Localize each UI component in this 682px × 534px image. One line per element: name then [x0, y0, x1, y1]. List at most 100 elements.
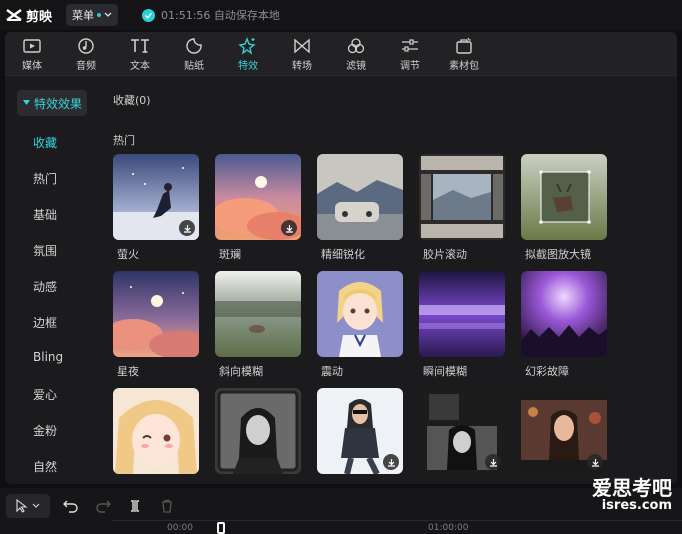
effect-thumbnail: [113, 271, 199, 357]
tab-media-label: 媒体: [22, 60, 42, 72]
effect-thumbnail: [419, 154, 505, 240]
tab-transition[interactable]: 转场: [275, 32, 329, 76]
download-icon[interactable]: [179, 220, 195, 236]
audio-icon: [78, 37, 94, 54]
media-icon: [23, 38, 41, 53]
ruler-tick: 01:00:00: [428, 523, 469, 533]
sidebar-item-ambience[interactable]: 氛围: [33, 242, 57, 259]
redo-button[interactable]: [92, 495, 114, 517]
check-icon: [142, 8, 156, 22]
filter-icon: [347, 37, 365, 53]
sidebar-item-hot[interactable]: 热门: [33, 170, 57, 187]
watermark-line1: 爱思考吧: [592, 476, 672, 500]
download-icon[interactable]: [587, 454, 603, 470]
effect-label: 斜向模糊: [219, 365, 263, 378]
download-icon[interactable]: [485, 454, 501, 470]
sidebar-item-dynamic[interactable]: 动感: [33, 278, 57, 295]
effect-label: 胶片滚动: [423, 248, 467, 261]
sidebar-item-basic[interactable]: 基础: [33, 206, 57, 223]
tab-media[interactable]: 媒体: [5, 32, 59, 76]
effect-card-film-roll[interactable]: [419, 154, 505, 240]
effect-label: 震动: [321, 365, 343, 378]
split-icon: [131, 500, 139, 512]
adjust-icon: [402, 38, 418, 52]
hot-title: 热门: [113, 134, 135, 147]
timeline-panel: 00:00 01:00:00: [0, 488, 682, 534]
effect-label: 精细锐化: [321, 248, 365, 261]
effect-card-row3-4[interactable]: [419, 388, 505, 474]
download-icon[interactable]: [383, 454, 399, 470]
sidebar-header-effects[interactable]: 特效效果: [17, 90, 87, 116]
effect-label: 瞬间模糊: [423, 365, 467, 378]
undo-icon: [63, 500, 78, 513]
select-tool-dropdown[interactable]: [6, 494, 50, 518]
tab-material-pack-label: 素材包: [449, 60, 479, 72]
title-bar: 剪映 菜单 01:51:56 自动保存本地: [0, 0, 682, 30]
effect-card-diagonal-blur[interactable]: [215, 271, 301, 357]
effect-card-screenshot-magnifier[interactable]: [521, 154, 607, 240]
effect-card-glitch[interactable]: [521, 271, 607, 357]
tab-adjust[interactable]: 调节: [383, 32, 437, 76]
redo-icon: [96, 500, 111, 513]
effect-label: 拟截图放大镜: [525, 248, 591, 261]
tab-adjust-label: 调节: [400, 60, 420, 72]
menu-label: 菜单: [72, 9, 95, 22]
tab-effects[interactable]: 特效: [221, 32, 275, 76]
effect-card-shake[interactable]: [317, 271, 403, 357]
app-window: 剪映 菜单 01:51:56 自动保存本地 媒体 音频 文本 贴纸 特效 转场 …: [0, 0, 682, 534]
split-button[interactable]: [124, 495, 146, 517]
download-icon[interactable]: [281, 220, 297, 236]
sidebar-item-bling[interactable]: Bling: [33, 350, 63, 364]
sidebar-item-gold-powder[interactable]: 金粉: [33, 422, 57, 439]
undo-button[interactable]: [60, 495, 82, 517]
effect-card-instant-blur[interactable]: [419, 271, 505, 357]
sidebar-item-favorites[interactable]: 收藏: [33, 134, 57, 151]
timeline-toolbar: [6, 494, 178, 518]
effect-card-fine-sharpen[interactable]: [317, 154, 403, 240]
effect-thumbnail: [521, 154, 607, 240]
effect-card-row3-5[interactable]: [521, 388, 607, 474]
trash-icon: [162, 499, 172, 513]
tab-sticker[interactable]: 贴纸: [167, 32, 221, 76]
sidebar-item-love[interactable]: 爱心: [33, 386, 57, 403]
effect-card-row3-2[interactable]: [215, 388, 301, 474]
autosave-text: 01:51:56 自动保存本地: [161, 9, 280, 22]
ruler-tick: 00:00: [167, 523, 193, 533]
cursor-icon: [16, 499, 28, 513]
playhead-handle[interactable]: [217, 522, 225, 534]
tab-audio[interactable]: 音频: [59, 32, 113, 76]
effect-thumbnail: [317, 271, 403, 357]
app-logo: 剪映: [6, 6, 52, 25]
material-pack-icon: [456, 37, 472, 54]
tab-filter-label: 滤镜: [346, 60, 366, 72]
tab-text[interactable]: 文本: [113, 32, 167, 76]
tab-audio-label: 音频: [76, 60, 96, 72]
effect-card-firefly[interactable]: [113, 154, 199, 240]
menu-button[interactable]: 菜单: [66, 4, 119, 26]
timeline-ruler[interactable]: 00:00 01:00:00: [112, 520, 682, 534]
effect-thumbnail: [215, 388, 301, 474]
effect-card-colorful[interactable]: [215, 154, 301, 240]
effect-thumbnail: [419, 271, 505, 357]
menu-notification-dot: [97, 13, 102, 17]
tab-filter[interactable]: 滤镜: [329, 32, 383, 76]
effects-sidebar: 特效效果 收藏 热门 基础 氛围 动感 边框 Bling 爱心 金粉 自然: [5, 76, 101, 484]
favorites-title: 收藏(0): [113, 94, 151, 107]
text-icon: [131, 38, 149, 53]
effect-card-starry-night[interactable]: [113, 271, 199, 357]
app-name: 剪映: [26, 9, 53, 25]
capcut-logo-icon: [6, 9, 22, 21]
effect-card-row3-3[interactable]: [317, 388, 403, 474]
sidebar-header-label: 特效效果: [34, 96, 83, 111]
sidebar-item-border[interactable]: 边框: [33, 314, 57, 331]
effect-label: 萤火: [117, 248, 139, 261]
effect-card-row3-1[interactable]: [113, 388, 199, 474]
transition-icon: [294, 37, 310, 54]
tab-transition-label: 转场: [292, 60, 312, 72]
effects-panel: 媒体 音频 文本 贴纸 特效 转场 滤镜 调节 素材包 特效效果 收藏 热门 基…: [5, 32, 677, 484]
delete-button[interactable]: [156, 495, 178, 517]
chevron-down-icon: [32, 503, 40, 508]
effect-label: 幻彩故障: [525, 365, 569, 378]
tab-material-pack[interactable]: 素材包: [437, 32, 491, 76]
sidebar-item-nature[interactable]: 自然: [33, 458, 57, 475]
